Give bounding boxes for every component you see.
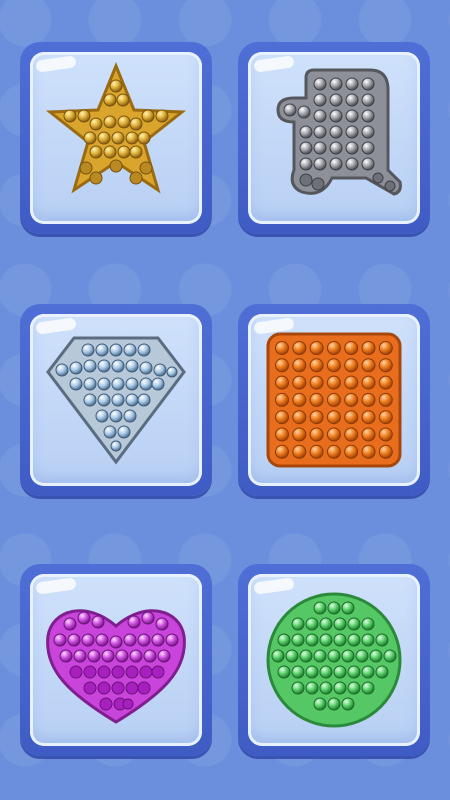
bubble [326, 358, 341, 373]
bubble [344, 410, 359, 425]
circle-pop-it-icon [266, 592, 402, 728]
bubble [309, 427, 324, 442]
toy-tile-diamond[interactable] [20, 304, 212, 496]
bubble [378, 358, 393, 373]
bubble [326, 375, 341, 390]
bubble [292, 410, 307, 425]
bubble [361, 427, 376, 442]
bubble [361, 375, 376, 390]
bubble [344, 427, 359, 442]
bubble [292, 375, 307, 390]
bubble [292, 358, 307, 373]
bubble [309, 341, 324, 355]
bubble [344, 392, 359, 407]
toy-tile-star[interactable] [20, 42, 212, 234]
toy-tile-circle[interactable] [238, 564, 430, 756]
star-pop-it-icon [45, 62, 187, 194]
bubble [378, 341, 393, 355]
bubble [361, 410, 376, 425]
bubble [309, 410, 324, 425]
bubble [292, 392, 307, 407]
toy-tile-heart[interactable] [20, 564, 212, 756]
bubble [361, 358, 376, 373]
ghost-pop-it-icon [276, 68, 402, 196]
bubble [378, 444, 393, 459]
diamond-pop-it-icon [46, 336, 186, 465]
bubble [378, 427, 393, 442]
bubble [275, 427, 289, 442]
bubble [309, 392, 324, 407]
heart-pop-it-icon [46, 609, 186, 724]
bubble [275, 444, 289, 459]
tile-inner [30, 52, 202, 224]
toy-tile-ghost[interactable] [238, 42, 430, 234]
bubble [361, 444, 376, 459]
bubble [326, 427, 341, 442]
bubble [378, 392, 393, 407]
bubble [378, 375, 393, 390]
bubble [292, 444, 307, 459]
square-pop-it-icon [266, 332, 402, 468]
tile-inner [248, 52, 420, 224]
bubble [275, 410, 289, 425]
bubble [275, 375, 289, 390]
bubble [292, 427, 307, 442]
bubble [326, 444, 341, 459]
bubble [344, 341, 359, 355]
tile-inner [30, 314, 202, 486]
bubble [326, 410, 341, 425]
bubble [275, 392, 289, 407]
bubble [344, 444, 359, 459]
bubble [326, 392, 341, 407]
bubble [361, 392, 376, 407]
bubble [344, 358, 359, 373]
bubble [309, 444, 324, 459]
bubble [309, 375, 324, 390]
bubble [361, 341, 376, 355]
bubble [344, 375, 359, 390]
bubble [292, 341, 307, 355]
bubble [378, 410, 393, 425]
bubble [275, 341, 289, 355]
bubble [326, 341, 341, 355]
tile-inner [248, 314, 420, 486]
bubble [309, 358, 324, 373]
bubble [275, 358, 289, 373]
toy-tile-square[interactable] [238, 304, 430, 496]
tile-inner [30, 574, 202, 746]
tile-inner [248, 574, 420, 746]
